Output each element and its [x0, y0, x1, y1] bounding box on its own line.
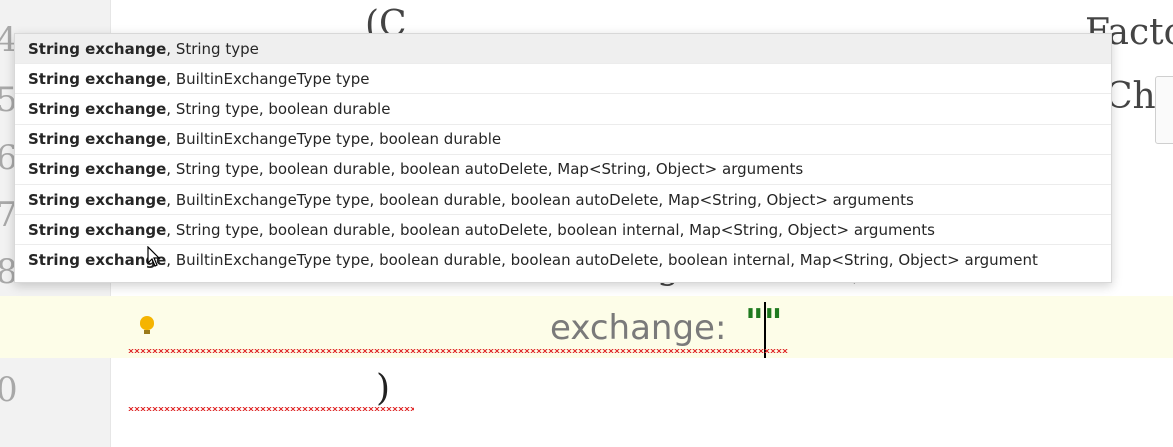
- completion-item[interactable]: String exchange, String type, boolean du…: [15, 155, 1111, 185]
- completion-item-params: , String type: [166, 39, 259, 58]
- completion-item-name: String exchange: [28, 220, 167, 239]
- completion-item[interactable]: String exchange, String type, boolean du…: [15, 215, 1111, 246]
- completion-item-name: String exchange: [28, 251, 167, 270]
- error-squiggle: [128, 349, 788, 353]
- completion-item-name: String exchange: [28, 99, 167, 118]
- line-number: 0: [0, 370, 18, 410]
- lightbulb-icon[interactable]: [140, 316, 154, 334]
- completion-item-params: , BuiltinExchangeType type, boolean dura…: [166, 190, 914, 209]
- side-panel-toggle[interactable]: [1155, 76, 1173, 144]
- completion-popup: String exchange, String type String exch…: [14, 33, 1112, 283]
- mouse-pointer-icon: [147, 246, 161, 267]
- completion-item-name: String exchange: [28, 190, 167, 209]
- error-squiggle: [128, 407, 414, 411]
- completion-item-params: , String type, boolean durable, boolean …: [166, 160, 804, 179]
- completion-item[interactable]: String exchange, BuiltinExchangeType typ…: [15, 245, 1111, 275]
- completion-item-name: String exchange: [28, 69, 167, 88]
- completion-item[interactable]: String exchange, BuiltinExchangeType typ…: [15, 125, 1111, 155]
- completion-item[interactable]: String exchange, BuiltinExchangeType typ…: [15, 64, 1111, 95]
- completion-item-params: , String type, boolean durable: [166, 99, 391, 118]
- parameter-name-hint: exchange:: [550, 308, 727, 348]
- completion-item-params: , BuiltinExchangeType type, boolean dura…: [166, 130, 502, 149]
- completion-item-name: String exchange: [28, 160, 167, 179]
- closing-paren: ): [376, 368, 391, 409]
- completion-item-name: String exchange: [28, 130, 167, 149]
- completion-item-params: , BuiltinExchangeType type, boolean dura…: [166, 251, 1038, 270]
- completion-item-params: , BuiltinExchangeType type: [166, 69, 370, 88]
- completion-item[interactable]: String exchange, String type, boolean du…: [15, 94, 1111, 125]
- completion-item[interactable]: String exchange, BuiltinExchangeType typ…: [15, 185, 1111, 216]
- completion-item[interactable]: String exchange, String type: [15, 34, 1111, 65]
- completion-item-name: String exchange: [28, 39, 167, 58]
- completion-item-params: , String type, boolean durable, boolean …: [166, 220, 936, 239]
